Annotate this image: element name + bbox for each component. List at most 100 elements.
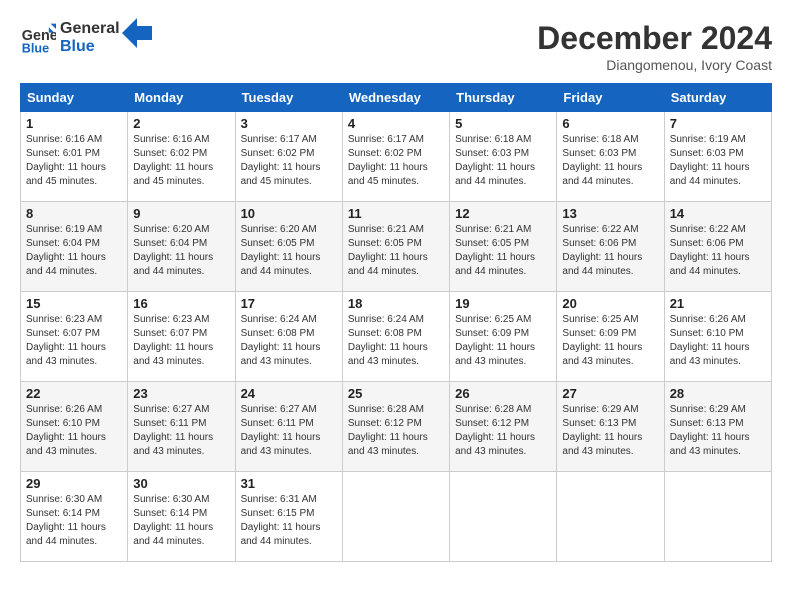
calendar-cell: 10 Sunrise: 6:20 AM Sunset: 6:05 PM Dayl… (235, 202, 342, 292)
calendar-cell: 3 Sunrise: 6:17 AM Sunset: 6:02 PM Dayli… (235, 112, 342, 202)
day-number: 24 (241, 386, 337, 401)
calendar-cell (557, 472, 664, 562)
calendar-cell: 15 Sunrise: 6:23 AM Sunset: 6:07 PM Dayl… (21, 292, 128, 382)
calendar-cell: 12 Sunrise: 6:21 AM Sunset: 6:05 PM Dayl… (450, 202, 557, 292)
day-info: Sunrise: 6:28 AM Sunset: 6:12 PM Dayligh… (348, 403, 444, 459)
month-title: December 2024 (537, 20, 772, 57)
day-info: Sunrise: 6:18 AM Sunset: 6:03 PM Dayligh… (455, 133, 551, 189)
day-info: Sunrise: 6:25 AM Sunset: 6:09 PM Dayligh… (455, 313, 551, 369)
day-number: 28 (670, 386, 766, 401)
calendar-cell: 6 Sunrise: 6:18 AM Sunset: 6:03 PM Dayli… (557, 112, 664, 202)
day-info: Sunrise: 6:27 AM Sunset: 6:11 PM Dayligh… (133, 403, 229, 459)
calendar-cell: 25 Sunrise: 6:28 AM Sunset: 6:12 PM Dayl… (342, 382, 449, 472)
calendar-cell: 26 Sunrise: 6:28 AM Sunset: 6:12 PM Dayl… (450, 382, 557, 472)
day-info: Sunrise: 6:22 AM Sunset: 6:06 PM Dayligh… (670, 223, 766, 279)
day-info: Sunrise: 6:24 AM Sunset: 6:08 PM Dayligh… (241, 313, 337, 369)
day-number: 23 (133, 386, 229, 401)
calendar-week-row: 29 Sunrise: 6:30 AM Sunset: 6:14 PM Dayl… (21, 472, 772, 562)
day-info: Sunrise: 6:23 AM Sunset: 6:07 PM Dayligh… (26, 313, 122, 369)
calendar-week-row: 22 Sunrise: 6:26 AM Sunset: 6:10 PM Dayl… (21, 382, 772, 472)
calendar-cell: 5 Sunrise: 6:18 AM Sunset: 6:03 PM Dayli… (450, 112, 557, 202)
day-number: 18 (348, 296, 444, 311)
day-info: Sunrise: 6:21 AM Sunset: 6:05 PM Dayligh… (348, 223, 444, 279)
day-info: Sunrise: 6:19 AM Sunset: 6:04 PM Dayligh… (26, 223, 122, 279)
day-number: 25 (348, 386, 444, 401)
day-number: 21 (670, 296, 766, 311)
calendar-cell: 11 Sunrise: 6:21 AM Sunset: 6:05 PM Dayl… (342, 202, 449, 292)
svg-text:Blue: Blue (22, 41, 49, 55)
day-number: 9 (133, 206, 229, 221)
day-number: 14 (670, 206, 766, 221)
calendar-cell: 28 Sunrise: 6:29 AM Sunset: 6:13 PM Dayl… (664, 382, 771, 472)
calendar-cell: 17 Sunrise: 6:24 AM Sunset: 6:08 PM Dayl… (235, 292, 342, 382)
calendar-cell: 18 Sunrise: 6:24 AM Sunset: 6:08 PM Dayl… (342, 292, 449, 382)
day-number: 3 (241, 116, 337, 131)
calendar-cell: 24 Sunrise: 6:27 AM Sunset: 6:11 PM Dayl… (235, 382, 342, 472)
calendar-cell: 31 Sunrise: 6:31 AM Sunset: 6:15 PM Dayl… (235, 472, 342, 562)
day-number: 17 (241, 296, 337, 311)
day-number: 31 (241, 476, 337, 491)
day-number: 13 (562, 206, 658, 221)
day-info: Sunrise: 6:16 AM Sunset: 6:01 PM Dayligh… (26, 133, 122, 189)
day-info: Sunrise: 6:17 AM Sunset: 6:02 PM Dayligh… (348, 133, 444, 189)
day-number: 4 (348, 116, 444, 131)
day-number: 15 (26, 296, 122, 311)
day-info: Sunrise: 6:28 AM Sunset: 6:12 PM Dayligh… (455, 403, 551, 459)
day-info: Sunrise: 6:19 AM Sunset: 6:03 PM Dayligh… (670, 133, 766, 189)
day-number: 29 (26, 476, 122, 491)
calendar-cell (664, 472, 771, 562)
day-number: 7 (670, 116, 766, 131)
calendar-cell: 14 Sunrise: 6:22 AM Sunset: 6:06 PM Dayl… (664, 202, 771, 292)
day-info: Sunrise: 6:30 AM Sunset: 6:14 PM Dayligh… (133, 493, 229, 549)
day-info: Sunrise: 6:22 AM Sunset: 6:06 PM Dayligh… (562, 223, 658, 279)
day-info: Sunrise: 6:17 AM Sunset: 6:02 PM Dayligh… (241, 133, 337, 189)
day-info: Sunrise: 6:25 AM Sunset: 6:09 PM Dayligh… (562, 313, 658, 369)
calendar-cell: 23 Sunrise: 6:27 AM Sunset: 6:11 PM Dayl… (128, 382, 235, 472)
logo: General Blue General Blue (20, 20, 152, 56)
day-info: Sunrise: 6:26 AM Sunset: 6:10 PM Dayligh… (26, 403, 122, 459)
calendar-cell: 20 Sunrise: 6:25 AM Sunset: 6:09 PM Dayl… (557, 292, 664, 382)
calendar-cell: 30 Sunrise: 6:30 AM Sunset: 6:14 PM Dayl… (128, 472, 235, 562)
title-block: December 2024 Diangomenou, Ivory Coast (537, 20, 772, 73)
day-info: Sunrise: 6:27 AM Sunset: 6:11 PM Dayligh… (241, 403, 337, 459)
day-number: 10 (241, 206, 337, 221)
calendar-week-row: 8 Sunrise: 6:19 AM Sunset: 6:04 PM Dayli… (21, 202, 772, 292)
day-number: 16 (133, 296, 229, 311)
page-header: General Blue General Blue December 2024 … (20, 20, 772, 73)
header-monday: Monday (128, 84, 235, 112)
day-info: Sunrise: 6:23 AM Sunset: 6:07 PM Dayligh… (133, 313, 229, 369)
day-number: 22 (26, 386, 122, 401)
calendar-cell: 27 Sunrise: 6:29 AM Sunset: 6:13 PM Dayl… (557, 382, 664, 472)
day-number: 2 (133, 116, 229, 131)
calendar-cell: 21 Sunrise: 6:26 AM Sunset: 6:10 PM Dayl… (664, 292, 771, 382)
header-wednesday: Wednesday (342, 84, 449, 112)
day-number: 26 (455, 386, 551, 401)
calendar-cell: 22 Sunrise: 6:26 AM Sunset: 6:10 PM Dayl… (21, 382, 128, 472)
calendar-cell: 2 Sunrise: 6:16 AM Sunset: 6:02 PM Dayli… (128, 112, 235, 202)
day-info: Sunrise: 6:18 AM Sunset: 6:03 PM Dayligh… (562, 133, 658, 189)
calendar-cell (450, 472, 557, 562)
calendar-week-row: 1 Sunrise: 6:16 AM Sunset: 6:01 PM Dayli… (21, 112, 772, 202)
day-info: Sunrise: 6:29 AM Sunset: 6:13 PM Dayligh… (670, 403, 766, 459)
day-info: Sunrise: 6:31 AM Sunset: 6:15 PM Dayligh… (241, 493, 337, 549)
calendar-cell: 4 Sunrise: 6:17 AM Sunset: 6:02 PM Dayli… (342, 112, 449, 202)
header-friday: Friday (557, 84, 664, 112)
calendar-cell: 13 Sunrise: 6:22 AM Sunset: 6:06 PM Dayl… (557, 202, 664, 292)
logo-icon: General Blue (20, 20, 56, 56)
calendar-cell: 1 Sunrise: 6:16 AM Sunset: 6:01 PM Dayli… (21, 112, 128, 202)
day-number: 27 (562, 386, 658, 401)
header-saturday: Saturday (664, 84, 771, 112)
day-info: Sunrise: 6:20 AM Sunset: 6:05 PM Dayligh… (241, 223, 337, 279)
calendar-table: Sunday Monday Tuesday Wednesday Thursday… (20, 83, 772, 562)
calendar-cell: 19 Sunrise: 6:25 AM Sunset: 6:09 PM Dayl… (450, 292, 557, 382)
day-number: 5 (455, 116, 551, 131)
day-number: 11 (348, 206, 444, 221)
logo-arrow-icon (122, 18, 152, 48)
calendar-cell: 9 Sunrise: 6:20 AM Sunset: 6:04 PM Dayli… (128, 202, 235, 292)
calendar-header-row: Sunday Monday Tuesday Wednesday Thursday… (21, 84, 772, 112)
calendar-cell: 16 Sunrise: 6:23 AM Sunset: 6:07 PM Dayl… (128, 292, 235, 382)
day-number: 6 (562, 116, 658, 131)
calendar-week-row: 15 Sunrise: 6:23 AM Sunset: 6:07 PM Dayl… (21, 292, 772, 382)
day-info: Sunrise: 6:24 AM Sunset: 6:08 PM Dayligh… (348, 313, 444, 369)
header-sunday: Sunday (21, 84, 128, 112)
